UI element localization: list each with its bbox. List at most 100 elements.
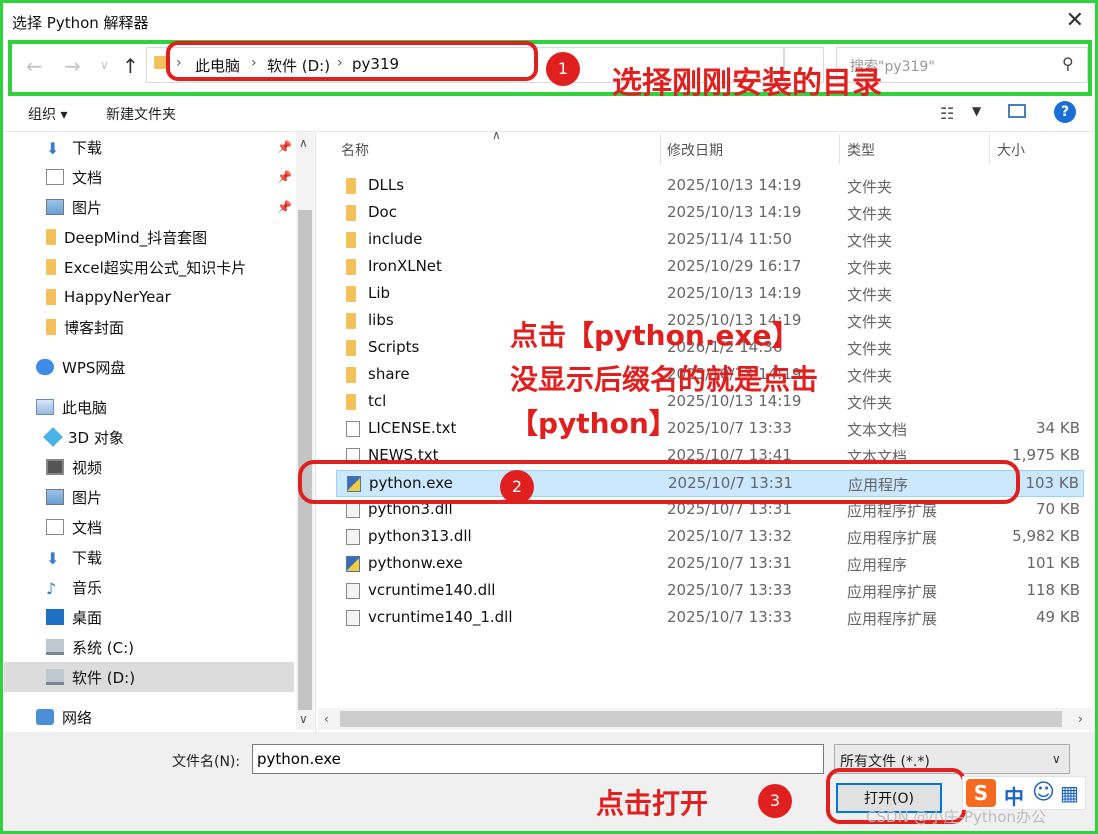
ime-menu-icon[interactable]: ▦	[1060, 781, 1079, 805]
file-row[interactable]: python313.dll 2025/10/7 13:32 应用程序扩展 5,982 …	[336, 524, 1084, 551]
drive-icon	[46, 669, 64, 685]
nav-item-documents[interactable]: 文档	[46, 164, 102, 190]
folder-icon	[346, 178, 356, 194]
file-name: Lib	[368, 284, 391, 302]
annotation-text-1: 选择刚刚安装的目录	[612, 66, 882, 101]
file-row[interactable]: Lib 2025/10/13 14:19 文件夹	[336, 281, 1084, 308]
file-name: vcruntime140.dll	[368, 581, 496, 599]
nav-item-pictures-pc[interactable]: 图片	[46, 484, 102, 510]
dll-file-icon	[346, 610, 360, 626]
organize-button[interactable]: 组织 ▾	[28, 104, 67, 124]
scroll-left-icon[interactable]: ‹	[324, 712, 329, 726]
nav-item-folder[interactable]: DeepMind_抖音套图	[46, 224, 207, 250]
file-type: 文件夹	[847, 232, 893, 250]
file-size: 1,975 KB	[1012, 446, 1080, 464]
file-type: 文件夹	[847, 205, 893, 223]
pin-icon[interactable]: 📌	[277, 200, 292, 214]
column-header-type[interactable]: 类型	[847, 140, 875, 160]
folder-icon	[346, 313, 356, 329]
file-row[interactable]: LICENSE.txt 2025/10/7 13:33 文本文档 34 KB	[336, 416, 1084, 443]
file-row[interactable]: python.exe 2025/10/7 13:31 应用程序 103 KB	[336, 470, 1084, 497]
nav-item-3d-objects[interactable]: 3D 对象	[43, 424, 124, 450]
file-name: LICENSE.txt	[368, 419, 457, 437]
file-row[interactable]: Doc 2025/10/13 14:19 文件夹	[336, 200, 1084, 227]
forward-arrow-icon[interactable]: →	[64, 54, 81, 78]
nav-item-desktop[interactable]: 桌面	[46, 604, 102, 630]
column-header-name[interactable]: 名称	[341, 140, 369, 160]
file-row[interactable]: NEWS.txt 2025/10/7 13:41 文本文档 1,975 KB	[336, 443, 1084, 470]
breadcrumb-this-pc[interactable]: 此电脑	[195, 55, 240, 76]
filetype-value: 所有文件 (*.*)	[840, 754, 930, 770]
filename-label: 文件名(N):	[172, 754, 241, 770]
nav-item-pictures[interactable]: 图片	[46, 194, 102, 220]
horizontal-scroll-thumb[interactable]	[340, 711, 1062, 727]
pin-icon[interactable]: 📌	[277, 170, 292, 184]
nav-item-folder[interactable]: 博客封面	[46, 314, 124, 340]
annotation-text-2a: 点击【python.exe】	[510, 319, 800, 352]
new-folder-button[interactable]: 新建文件夹	[106, 104, 176, 124]
file-row[interactable]: include 2025/11/4 11:50 文件夹	[336, 227, 1084, 254]
file-type: 文件夹	[847, 178, 893, 196]
nav-item-this-pc[interactable]: 此电脑	[36, 394, 107, 420]
help-icon[interactable]: ?	[1054, 101, 1076, 123]
nav-item-folder[interactable]: HappyNerYear	[46, 284, 171, 310]
file-row[interactable]: vcruntime140.dll 2025/10/7 13:33 应用程序扩展 118…	[336, 578, 1084, 605]
file-type: 应用程序扩展	[847, 583, 938, 601]
annotation-step-2: 2	[500, 470, 534, 504]
file-size: 103 KB	[1025, 474, 1079, 492]
text-file-icon	[346, 448, 360, 464]
column-separator[interactable]	[660, 134, 661, 164]
nav-item-drive-d[interactable]: 软件 (D:)	[46, 664, 135, 690]
view-list-icon[interactable]: ☷	[940, 104, 954, 123]
scroll-down-icon[interactable]: ∨	[299, 712, 308, 726]
file-type: 应用程序	[848, 476, 909, 494]
nav-item-wps-cloud[interactable]: WPS网盘	[36, 354, 125, 380]
column-separator[interactable]	[839, 134, 840, 164]
file-date: 2025/11/4 11:50	[667, 230, 792, 248]
file-type: 应用程序	[847, 556, 908, 574]
file-row[interactable]: pythonw.exe 2025/10/7 13:31 应用程序 101 KB	[336, 551, 1084, 578]
nav-item-music[interactable]: ♪ 音乐	[46, 574, 102, 600]
download-icon: ⬇	[46, 549, 60, 568]
recent-chevron-icon[interactable]: ∨	[100, 58, 109, 72]
document-icon	[46, 519, 64, 535]
nav-item-network[interactable]: 网络	[36, 704, 92, 730]
file-size: 34 KB	[1036, 419, 1080, 437]
annotation-text-3: 点击打开	[596, 787, 709, 820]
up-arrow-icon[interactable]: ↑	[122, 54, 139, 78]
file-date: 2025/10/7 13:32	[667, 527, 792, 545]
file-row[interactable]: IronXLNet 2025/10/29 16:17 文件夹	[336, 254, 1084, 281]
ime-emoji-icon[interactable]: ☺	[1032, 780, 1055, 805]
file-row[interactable]: DLLs 2025/10/13 14:19 文件夹	[336, 173, 1084, 200]
filename-input[interactable]	[252, 744, 824, 774]
column-header-size[interactable]: 大小	[997, 140, 1025, 160]
preview-pane-icon[interactable]	[1008, 104, 1026, 118]
nav-item-downloads[interactable]: ⬇ 下载	[46, 134, 102, 160]
nav-item-downloads-pc[interactable]: ⬇ 下载	[46, 544, 102, 570]
folder-icon	[46, 289, 56, 305]
nav-item-drive-c[interactable]: 系统 (C:)	[46, 634, 134, 660]
search-icon[interactable]: ⚲	[1062, 54, 1074, 73]
file-row[interactable]: vcruntime140_1.dll 2025/10/7 13:33 应用程序扩展 4…	[336, 605, 1084, 632]
scroll-right-icon[interactable]: ›	[1078, 712, 1083, 726]
column-header-date[interactable]: 修改日期	[667, 140, 723, 160]
ime-logo-icon[interactable]: S	[966, 779, 996, 807]
view-caret-icon[interactable]: ▼	[972, 104, 981, 118]
file-row[interactable]: python3.dll 2025/10/7 13:31 应用程序扩展 70 KB	[336, 497, 1084, 524]
pin-icon[interactable]: 📌	[277, 140, 292, 154]
column-separator[interactable]	[989, 134, 990, 164]
scroll-up-icon[interactable]: ∧	[299, 136, 308, 150]
nav-item-videos[interactable]: 视频	[46, 454, 102, 480]
nav-item-documents-pc[interactable]: 文档	[46, 514, 102, 540]
chevron-down-icon[interactable]: ∨	[1052, 752, 1061, 766]
nav-scroll-thumb[interactable]	[298, 210, 312, 710]
breadcrumb-drive-d[interactable]: 软件 (D:)	[267, 55, 330, 76]
desktop-icon	[46, 609, 64, 625]
nav-item-folder[interactable]: Excel超实用公式_知识卡片	[46, 254, 246, 280]
file-name: Doc	[368, 203, 397, 221]
file-date: 2025/10/7 13:33	[667, 608, 792, 626]
close-icon[interactable]: ✕	[1066, 8, 1084, 33]
back-arrow-icon[interactable]: ←	[26, 54, 43, 78]
breadcrumb-py319[interactable]: py319	[352, 55, 399, 73]
file-name: vcruntime140_1.dll	[368, 608, 513, 626]
